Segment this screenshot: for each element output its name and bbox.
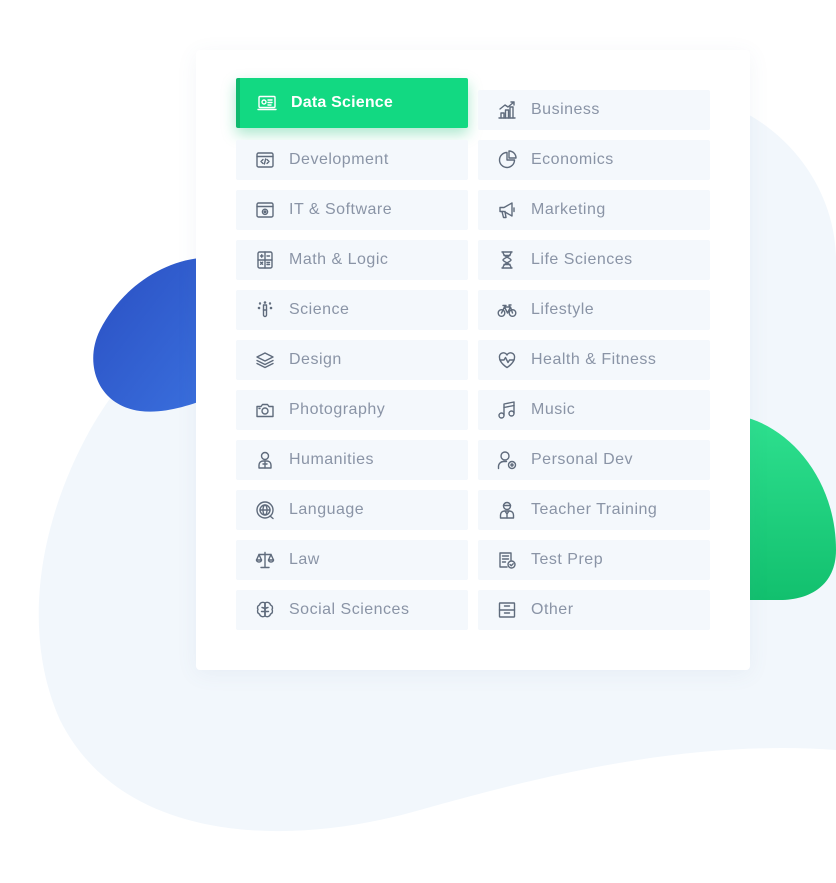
- layers-icon: [255, 350, 275, 370]
- dna-icon: [497, 250, 517, 270]
- category-item-humanities[interactable]: Humanities: [236, 440, 468, 480]
- category-item-science[interactable]: Science: [236, 290, 468, 330]
- category-item-other[interactable]: Other: [478, 590, 710, 630]
- category-item-life-sciences[interactable]: Life Sciences: [478, 240, 710, 280]
- category-item-lifestyle[interactable]: Lifestyle: [478, 290, 710, 330]
- category-item-it-software[interactable]: IT & Software: [236, 190, 468, 230]
- category-item-design[interactable]: Design: [236, 340, 468, 380]
- category-label: Business: [531, 101, 600, 118]
- category-label: Design: [289, 351, 342, 368]
- category-item-business[interactable]: Business: [478, 90, 710, 130]
- person-icon: [255, 450, 275, 470]
- category-label: Other: [531, 601, 574, 618]
- category-item-language[interactable]: Language: [236, 490, 468, 530]
- category-label: Photography: [289, 401, 386, 418]
- category-item-math-logic[interactable]: Math & Logic: [236, 240, 468, 280]
- category-label: IT & Software: [289, 201, 393, 218]
- code-window-icon: [255, 150, 275, 170]
- category-label: Economics: [531, 151, 614, 168]
- category-item-law[interactable]: Law: [236, 540, 468, 580]
- software-window-icon: [255, 200, 275, 220]
- category-item-economics[interactable]: Economics: [478, 140, 710, 180]
- globe-chat-icon: [255, 500, 275, 520]
- category-label: Marketing: [531, 201, 606, 218]
- category-label: Life Sciences: [531, 251, 633, 268]
- category-label: Science: [289, 301, 350, 318]
- growth-chart-icon: [497, 100, 517, 120]
- category-label: Humanities: [289, 451, 375, 468]
- category-item-music[interactable]: Music: [478, 390, 710, 430]
- category-card: Data Science Development IT & Software M…: [196, 50, 750, 670]
- blue-accent-blob: [93, 258, 210, 412]
- category-label: Math & Logic: [289, 251, 389, 268]
- bicycle-icon: [497, 300, 517, 320]
- category-label: Data Science: [291, 94, 394, 111]
- data-science-icon: [257, 93, 277, 113]
- brain-icon: [255, 600, 275, 620]
- category-label: Social Sciences: [289, 601, 410, 618]
- category-item-personal-dev[interactable]: Personal Dev: [478, 440, 710, 480]
- category-label: Development: [289, 151, 389, 168]
- category-label: Test Prep: [531, 551, 604, 568]
- category-item-photography[interactable]: Photography: [236, 390, 468, 430]
- category-item-data-science[interactable]: Data Science: [236, 78, 468, 128]
- heart-pulse-icon: [497, 350, 517, 370]
- music-note-icon: [497, 400, 517, 420]
- pie-chart-icon: [497, 150, 517, 170]
- checklist-icon: [497, 550, 517, 570]
- category-item-teacher-training[interactable]: Teacher Training: [478, 490, 710, 530]
- archive-box-icon: [497, 600, 517, 620]
- scales-icon: [255, 550, 275, 570]
- teacher-icon: [497, 500, 517, 520]
- category-item-health-fitness[interactable]: Health & Fitness: [478, 340, 710, 380]
- category-item-development[interactable]: Development: [236, 140, 468, 180]
- category-item-marketing[interactable]: Marketing: [478, 190, 710, 230]
- calculator-icon: [255, 250, 275, 270]
- category-label: Health & Fitness: [531, 351, 657, 368]
- test-tube-icon: [255, 300, 275, 320]
- category-label: Lifestyle: [531, 301, 595, 318]
- category-label: Personal Dev: [531, 451, 634, 468]
- megaphone-icon: [497, 200, 517, 220]
- camera-icon: [255, 400, 275, 420]
- category-label: Teacher Training: [531, 501, 658, 518]
- category-label: Music: [531, 401, 576, 418]
- user-settings-icon: [497, 450, 517, 470]
- category-label: Law: [289, 551, 320, 568]
- category-label: Language: [289, 501, 365, 518]
- category-item-social-sciences[interactable]: Social Sciences: [236, 590, 468, 630]
- category-item-test-prep[interactable]: Test Prep: [478, 540, 710, 580]
